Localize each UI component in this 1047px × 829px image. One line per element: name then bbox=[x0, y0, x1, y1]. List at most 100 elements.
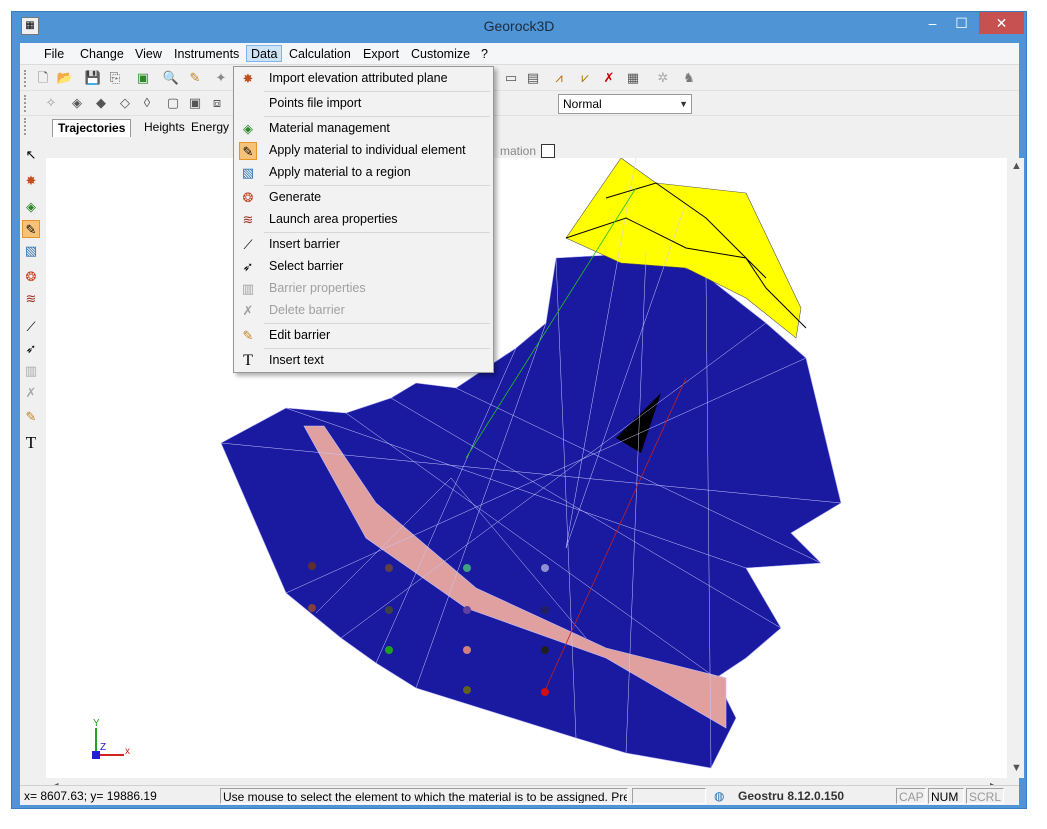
menu-item-apply-region[interactable]: ▧ Apply material to a region bbox=[236, 162, 491, 184]
menu-instruments[interactable]: Instruments bbox=[170, 46, 243, 63]
scroll-down-icon[interactable]: ▼ bbox=[1011, 762, 1022, 774]
view-front-icon[interactable]: ◈ bbox=[68, 94, 86, 112]
status-brand: Geostru 8.12.0.150 bbox=[738, 789, 845, 803]
delete-barrier-icon: ✗ bbox=[25, 385, 37, 400]
select-barrier-icon: ➶ bbox=[242, 259, 254, 274]
animation-checkbox[interactable] bbox=[541, 144, 555, 158]
settings-icon[interactable]: ✲ bbox=[654, 69, 672, 87]
menu-item-label: Generate bbox=[269, 190, 322, 204]
menu-item-insert-text[interactable]: T Insert text bbox=[236, 350, 491, 372]
window-title: Georock3D bbox=[483, 18, 555, 34]
menu-item-points-import[interactable]: Points file import bbox=[236, 93, 491, 115]
menu-item-insert-barrier[interactable]: ⟋ Insert barrier bbox=[236, 234, 491, 256]
menu-item-label: Apply material to individual element bbox=[269, 143, 466, 157]
generate-icon[interactable]: ❂ bbox=[22, 268, 40, 286]
menu-item-edit-barrier[interactable]: ✎ Edit barrier bbox=[236, 325, 491, 347]
preview-icon[interactable]: 🔍 bbox=[162, 69, 180, 87]
menu-item-launch-area[interactable]: ≋ Launch area properties bbox=[236, 209, 491, 231]
profile-icon[interactable]: ⩘ bbox=[550, 69, 568, 87]
menu-item-barrier-properties: ▥ Barrier properties bbox=[236, 278, 491, 300]
edit-barrier-icon: ✎ bbox=[242, 328, 254, 343]
insert-barrier-icon[interactable]: ⟋ bbox=[22, 318, 40, 336]
axis-y-label: Y bbox=[93, 718, 100, 729]
profile-add-icon[interactable]: ⩗ bbox=[576, 69, 594, 87]
menu-export[interactable]: Export bbox=[359, 46, 403, 63]
edit-barrier-icon[interactable]: ✎ bbox=[22, 408, 40, 426]
pointer-icon[interactable]: ↖ bbox=[22, 146, 40, 164]
menu-data[interactable]: Data bbox=[246, 45, 283, 62]
measure-icon[interactable]: ▭ bbox=[502, 69, 520, 87]
menu-item-select-barrier[interactable]: ➶ Select barrier bbox=[236, 256, 491, 278]
import-plane-icon[interactable]: ✸ bbox=[22, 172, 40, 190]
tab-energy[interactable]: Energy bbox=[186, 119, 234, 137]
apply-region-icon[interactable]: ▧ bbox=[22, 242, 40, 260]
menu-file[interactable]: File bbox=[40, 46, 68, 63]
menu-help[interactable]: ? bbox=[477, 46, 492, 63]
profile-delete-icon[interactable]: ✗ bbox=[600, 69, 618, 87]
copy-icon[interactable]: ⎘ bbox=[106, 69, 124, 87]
axis-x-label: x bbox=[125, 746, 130, 757]
toolbar-grip[interactable] bbox=[24, 70, 27, 87]
apply-element-icon[interactable]: ✎ bbox=[22, 220, 40, 238]
vertical-scrollbar[interactable]: ▲ ▼ bbox=[1007, 158, 1024, 778]
tab-grip bbox=[24, 118, 27, 135]
minimize-button[interactable]: – bbox=[918, 12, 947, 34]
open-folder-icon[interactable]: 📂 bbox=[56, 69, 74, 87]
status-scrl: SCRL bbox=[966, 788, 1004, 804]
menu-view[interactable]: View bbox=[131, 46, 166, 63]
menu-bar: File Change View Instruments Data Calcul… bbox=[20, 43, 1019, 65]
cube-back-icon[interactable]: ▣ bbox=[186, 94, 204, 112]
menu-calculation[interactable]: Calculation bbox=[285, 46, 355, 63]
tab-trajectories[interactable]: Trajectories bbox=[52, 119, 132, 137]
close-button[interactable]: ✕ bbox=[979, 12, 1024, 34]
view-toolbar: ✧ ◈ ◆ ◇ ◊ ▢ ▣ ⧈ mation bbox=[20, 91, 1019, 158]
new-file-icon[interactable]: 🗋 bbox=[34, 69, 52, 87]
status-num: NUM bbox=[928, 788, 964, 804]
select-barrier-icon[interactable]: ➶ bbox=[22, 340, 40, 358]
tool-icon[interactable]: ✦ bbox=[212, 69, 230, 87]
menu-item-generate[interactable]: ❂ Generate bbox=[236, 187, 491, 209]
save-icon[interactable]: 💾 bbox=[84, 69, 102, 87]
barrier-properties-icon: ▥ bbox=[24, 363, 38, 378]
tab-heights[interactable]: Heights bbox=[139, 119, 190, 137]
insert-barrier-icon: ⟋ bbox=[243, 237, 253, 252]
menu-change[interactable]: Change bbox=[76, 46, 128, 63]
material-icon[interactable]: ◈ bbox=[22, 198, 40, 216]
menu-item-apply-element[interactable]: ✎ Apply material to individual element bbox=[236, 140, 491, 162]
scroll-up-icon[interactable]: ▲ bbox=[1011, 160, 1022, 172]
toolbar-grip-2[interactable] bbox=[24, 95, 27, 112]
text-icon[interactable]: T bbox=[22, 434, 40, 452]
status-progress bbox=[632, 788, 706, 804]
render-mode-value: Normal bbox=[563, 97, 602, 111]
excel-icon[interactable]: ▣ bbox=[134, 69, 152, 87]
launch-area-icon: ≋ bbox=[242, 212, 254, 227]
apply-region-icon: ▧ bbox=[241, 165, 255, 180]
launch-area-icon[interactable]: ≋ bbox=[22, 290, 40, 308]
cube-front-icon[interactable]: ▢ bbox=[164, 94, 182, 112]
run-icon[interactable]: ♞ bbox=[680, 69, 698, 87]
menu-item-label: Barrier properties bbox=[269, 281, 366, 295]
cube-iso-icon[interactable]: ⧈ bbox=[208, 94, 226, 112]
animation-label: mation bbox=[500, 144, 537, 158]
title-bar[interactable]: ▦ Georock3D – ☐ ✕ bbox=[12, 12, 1026, 43]
view-right-icon[interactable]: ◊ bbox=[138, 94, 156, 112]
view-left-icon[interactable]: ◇ bbox=[116, 94, 134, 112]
chevron-down-icon: ▼ bbox=[679, 99, 688, 109]
chart-icon[interactable]: ▦ bbox=[624, 69, 642, 87]
rotate-icon[interactable]: ✧ bbox=[42, 94, 60, 112]
menu-item-label: Select barrier bbox=[269, 259, 344, 273]
pencil-icon[interactable]: ✎ bbox=[186, 69, 204, 87]
terrain-mesh: Y Z x bbox=[92, 157, 842, 769]
barrier-properties-icon: ▥ bbox=[241, 281, 255, 296]
generate-icon: ❂ bbox=[242, 190, 254, 205]
menu-customize[interactable]: Customize bbox=[407, 46, 474, 63]
menu-item-material-management[interactable]: ◈ Material management bbox=[236, 118, 491, 140]
maximize-button[interactable]: ☐ bbox=[947, 12, 976, 34]
ruler-icon[interactable]: ▤ bbox=[524, 69, 542, 87]
render-mode-select[interactable]: Normal ▼ bbox=[558, 94, 692, 114]
menu-item-import-plane[interactable]: ✸ Import elevation attributed plane bbox=[236, 68, 491, 90]
3d-viewport[interactable]: Y Z x bbox=[46, 157, 1007, 778]
view-top-icon[interactable]: ◆ bbox=[92, 94, 110, 112]
menu-item-label: Insert barrier bbox=[269, 237, 340, 251]
menu-item-label: Points file import bbox=[269, 96, 362, 110]
